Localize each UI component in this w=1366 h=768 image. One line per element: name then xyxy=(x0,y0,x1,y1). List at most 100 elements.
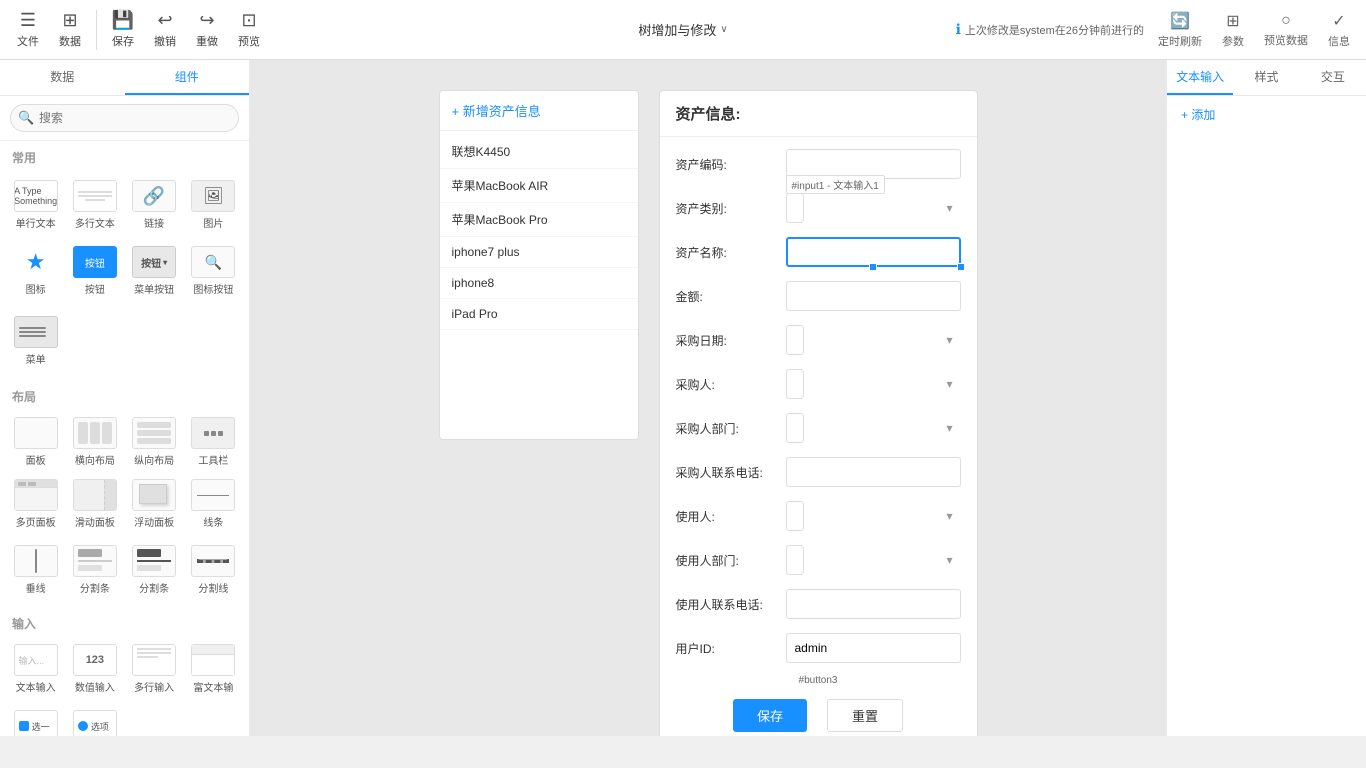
field-amount: 金额: xyxy=(676,281,961,311)
list-panel: + 新增资产信息 联想K4450 苹果MacBook AIR 苹果MacBook… xyxy=(439,90,639,440)
params-button[interactable]: ⊞ 参数 xyxy=(1216,7,1250,53)
info-button[interactable]: ✓ 信息 xyxy=(1322,7,1356,53)
label-user-dept: 使用人部门: xyxy=(676,552,786,569)
divider2-icon xyxy=(132,545,176,577)
data-button[interactable]: ⊞ 数据 xyxy=(50,6,90,53)
comp-toolbar[interactable]: 工具栏 xyxy=(186,413,241,471)
select-purchase-date[interactable] xyxy=(786,325,804,355)
comp-checkbox[interactable]: 选一 选一 xyxy=(8,706,63,736)
label-asset-category: 资产类别: xyxy=(676,200,786,217)
save-icon: 💾 xyxy=(112,10,134,31)
redo-button[interactable]: ↪ 重做 xyxy=(187,6,227,53)
select-purchaser-wrapper: ▾ xyxy=(786,369,961,399)
comp-h-layout[interactable]: 横向布局 xyxy=(67,413,122,471)
select-arrow-icon6: ▾ xyxy=(946,553,952,567)
select-purchaser-dept[interactable] xyxy=(786,413,804,443)
comp-image[interactable]: 🖼 图片 xyxy=(186,174,241,236)
layout-components-grid: 面板 横向布局 纵向布局 xyxy=(0,409,249,537)
checkbox-icon: 选一 xyxy=(14,710,58,736)
params-icon: ⊞ xyxy=(1226,11,1239,31)
comp-text-input[interactable]: 输入... 文本输入 xyxy=(8,640,63,698)
comp-divider3[interactable]: 分割线 xyxy=(186,541,241,599)
comp-icon-button[interactable]: 🔍 图标按钮 xyxy=(186,240,241,302)
info-icon: ℹ xyxy=(956,21,961,38)
right-tab-text-input[interactable]: 文本输入 xyxy=(1167,60,1233,95)
comp-rich-input[interactable]: 富文本输 xyxy=(186,640,241,698)
save-form-button[interactable]: 保存 xyxy=(733,699,807,732)
list-item[interactable]: 苹果MacBook Pro xyxy=(440,203,638,237)
right-add-button[interactable]: + 添加 xyxy=(1167,96,1366,133)
list-items: 联想K4450 苹果MacBook AIR 苹果MacBook Pro ipho… xyxy=(440,131,638,334)
form-panel: 资产信息: 资产编码: 资产类别: #input1 - 文本输入1 xyxy=(659,90,978,706)
field-purchaser-phone: 采购人联系电话: xyxy=(676,457,961,487)
comp-single-text[interactable]: A TypeSomething 单行文本 xyxy=(8,174,63,236)
label-user: 使用人: xyxy=(676,508,786,525)
input-purchaser-phone[interactable] xyxy=(786,457,961,487)
field-purchaser: 采购人: ▾ xyxy=(676,369,961,399)
menu-button-icon: 按钮▾ xyxy=(132,246,176,278)
list-panel-header[interactable]: + 新增资产信息 xyxy=(440,91,638,131)
label-user-id: 用户ID: xyxy=(676,640,786,657)
sidebar-tabs: 数据 组件 xyxy=(0,60,249,96)
comp-divider2[interactable]: 分割条 xyxy=(127,541,182,599)
input-user-id[interactable] xyxy=(786,633,961,663)
save-button[interactable]: 💾 保存 xyxy=(103,6,143,53)
divider1-icon xyxy=(73,545,117,577)
comp-slide[interactable]: 滑动面板 xyxy=(67,475,122,533)
preview-button[interactable]: ⊡ 预览 xyxy=(229,6,269,53)
comp-line[interactable]: 线条 xyxy=(186,475,241,533)
list-item[interactable]: 苹果MacBook AIR xyxy=(440,169,638,203)
file-icon: ☰ xyxy=(20,10,36,31)
label-asset-code: 资产编码: xyxy=(676,156,786,173)
list-item[interactable]: iphone7 plus xyxy=(440,237,638,268)
line-icon xyxy=(191,479,235,511)
search-input[interactable] xyxy=(10,104,239,132)
comp-float[interactable]: 浮动面板 xyxy=(127,475,182,533)
select-user[interactable] xyxy=(786,501,804,531)
input-asset-name-wrapper xyxy=(786,237,961,267)
comp-menu-button[interactable]: 按钮▾ 菜单按钮 xyxy=(127,240,182,302)
comp-menu[interactable]: 菜单 xyxy=(8,310,63,372)
comp-multi-text[interactable]: 多行文本 xyxy=(67,174,122,236)
input-user-phone[interactable] xyxy=(786,589,961,619)
tab-data[interactable]: 数据 xyxy=(0,60,125,95)
comp-v-layout[interactable]: 纵向布局 xyxy=(127,413,182,471)
comp-radio[interactable]: 选项 选项 xyxy=(67,706,122,736)
resize-handle-corner[interactable] xyxy=(957,263,965,271)
select-asset-category[interactable] xyxy=(786,193,804,223)
list-item[interactable]: iphone8 xyxy=(440,268,638,299)
tab-component[interactable]: 组件 xyxy=(125,60,250,95)
select-user-dept[interactable] xyxy=(786,545,804,575)
select-purchaser[interactable] xyxy=(786,369,804,399)
comp-icon[interactable]: ★ 图标 xyxy=(8,240,63,302)
refresh-button[interactable]: 🔄 定时刷新 xyxy=(1152,7,1208,53)
comp-button[interactable]: 按钮 按钮 xyxy=(67,240,122,302)
form-buttons: 保存 重置 xyxy=(660,689,977,736)
comp-num-input[interactable]: 123 数值输入 xyxy=(67,640,122,698)
comp-multi-input[interactable]: 多行输入 xyxy=(127,640,182,698)
divider3-icon xyxy=(191,545,235,577)
comp-vline[interactable]: 垂线 xyxy=(8,541,63,599)
list-item[interactable]: iPad Pro xyxy=(440,299,638,330)
title-arrow[interactable]: ∨ xyxy=(720,24,727,35)
right-tab-interact[interactable]: 交互 xyxy=(1300,60,1366,95)
reset-form-button[interactable]: 重置 xyxy=(827,699,903,732)
right-tabs: 文本输入 样式 交互 xyxy=(1167,60,1366,96)
file-button[interactable]: ☰ 文件 xyxy=(8,6,48,53)
list-item[interactable]: 联想K4450 xyxy=(440,135,638,169)
slide-icon xyxy=(73,479,117,511)
preview-data-button[interactable]: ○ 预览数据 xyxy=(1258,8,1314,52)
canvas-content: + 新增资产信息 联想K4450 苹果MacBook AIR 苹果MacBook… xyxy=(429,80,988,716)
last-modified-info: ℹ 上次修改是system在26分钟前进行的 xyxy=(956,21,1144,38)
right-tab-style[interactable]: 样式 xyxy=(1233,60,1299,95)
comp-link[interactable]: 🔗 链接 xyxy=(127,174,182,236)
comp-panel[interactable]: 面板 xyxy=(8,413,63,471)
resize-handle-bottom[interactable] xyxy=(869,263,877,271)
common-section-title: 常用 xyxy=(0,141,249,170)
label-purchase-date: 采购日期: xyxy=(676,332,786,349)
comp-multipage[interactable]: 多页面板 xyxy=(8,475,63,533)
undo-button[interactable]: ↩ 撤销 xyxy=(145,6,185,53)
input-amount[interactable] xyxy=(786,281,961,311)
comp-divider1[interactable]: 分割条 xyxy=(67,541,122,599)
float-icon xyxy=(132,479,176,511)
